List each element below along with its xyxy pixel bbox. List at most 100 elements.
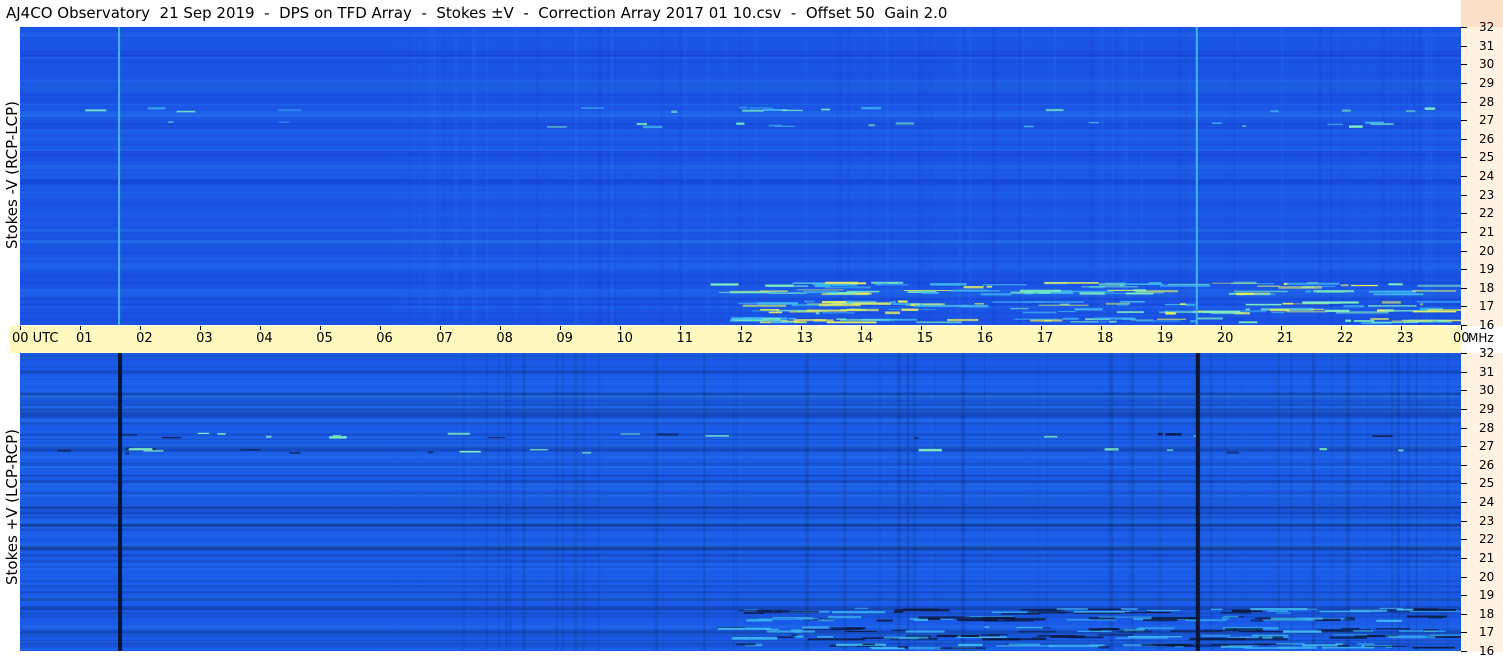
time-axis: 00 UTC 01 02 03 04 05 06 07 08 09 10 11 12 13 14 15 16 17… <box>10 326 1470 353</box>
chart-title: AJ4CO Observatory 21 Sep 2019 - DPS on T… <box>6 4 948 22</box>
freq-tick-label: 31 <box>1479 38 1495 53</box>
freq-tick-label: 24 <box>1479 495 1495 509</box>
emission-streak <box>1375 628 1411 630</box>
time-column-texture <box>969 27 971 325</box>
freq-tick-label: 21 <box>1479 224 1495 239</box>
frequency-stripe <box>20 601 1461 603</box>
emission-streak <box>736 122 745 125</box>
emission-streak <box>1067 636 1104 639</box>
emission-streak <box>756 610 772 612</box>
time-column-texture <box>1380 27 1384 325</box>
frequency-stripe <box>20 444 1461 448</box>
emission-streak <box>1032 300 1084 303</box>
emission-streak <box>1396 608 1414 611</box>
time-column-texture <box>539 353 542 651</box>
frequency-stripe <box>20 430 1461 433</box>
emission-streak <box>788 310 820 313</box>
frequency-stripe <box>20 412 1461 416</box>
time-column-texture <box>600 353 603 651</box>
frequency-stripe <box>20 472 1461 475</box>
time-column-texture <box>739 27 742 325</box>
emission-streak <box>846 290 880 293</box>
frequency-stripe <box>20 403 1461 406</box>
emission-streak <box>1146 609 1181 612</box>
emission-streak <box>813 319 834 322</box>
emission-streak <box>955 289 988 291</box>
emission-streak <box>1081 286 1139 288</box>
time-column-texture <box>1318 27 1322 325</box>
time-column-texture <box>995 27 998 325</box>
time-column-texture <box>680 27 684 325</box>
emission-streak <box>1302 301 1342 304</box>
emission-streak <box>1077 630 1112 632</box>
emission-streak <box>1043 435 1058 438</box>
emission-streak <box>1023 125 1034 128</box>
time-tick-label: 00 UTC <box>12 331 59 346</box>
emission-streak <box>167 121 174 123</box>
emission-streak <box>1115 637 1168 639</box>
emission-streak <box>1059 303 1070 305</box>
frequency-stripe <box>20 615 1461 618</box>
time-column-texture <box>1109 27 1111 325</box>
freq-tick-mark <box>1461 64 1467 66</box>
time-column-texture <box>928 27 933 325</box>
emission-streak <box>1376 619 1402 622</box>
time-column-texture <box>836 27 839 325</box>
frequency-stripe <box>20 531 1461 534</box>
emission-streak <box>848 308 861 311</box>
emission-streak <box>128 448 153 451</box>
time-tick-label: 07 <box>436 331 453 346</box>
emission-streak <box>147 107 166 110</box>
emission-streak <box>830 627 863 630</box>
emission-streak <box>1302 644 1338 647</box>
emission-streak <box>1270 308 1290 312</box>
time-column-texture <box>472 27 476 325</box>
time-column-texture <box>476 353 479 651</box>
freq-tick-mark <box>1461 539 1467 541</box>
emission-streak <box>427 451 434 454</box>
time-tick-label: 01 <box>76 331 93 346</box>
time-column-texture <box>847 27 851 325</box>
emission-streak <box>947 318 979 322</box>
emission-streak <box>1098 646 1110 649</box>
emission-streak <box>717 627 771 630</box>
emission-streak <box>775 636 794 639</box>
time-column-texture <box>1330 353 1333 651</box>
emission-streak <box>1031 637 1046 639</box>
freq-tick-label: 27 <box>1479 113 1495 128</box>
emission-streak <box>1350 609 1387 612</box>
emission-streak <box>1370 317 1389 321</box>
time-tick-label: 19 <box>1156 331 1174 346</box>
emission-streak <box>861 106 882 110</box>
time-column-texture <box>461 353 466 651</box>
time-column-texture <box>1281 353 1284 651</box>
emission-streak <box>760 309 780 311</box>
emission-streak <box>1245 303 1282 306</box>
emission-streak <box>580 107 605 109</box>
emission-streak <box>125 452 129 455</box>
frequency-stripe <box>20 433 1461 436</box>
freq-tick-label: 23 <box>1479 513 1495 528</box>
time-column-texture <box>599 27 601 325</box>
emission-streak <box>832 611 886 614</box>
freq-tick-mark <box>1461 408 1467 410</box>
frequency-stripe <box>20 392 1461 396</box>
time-column-texture <box>432 27 436 325</box>
emission-streak <box>1238 321 1258 324</box>
top-spectrogram <box>20 27 1461 325</box>
emission-streak <box>739 106 748 109</box>
freq-tick-mark <box>1461 632 1467 634</box>
emission-streak <box>447 432 471 435</box>
time-column-texture <box>924 27 927 325</box>
time-tick-mark <box>1280 326 1282 330</box>
emission-streak <box>1424 107 1435 110</box>
emission-streak <box>162 436 182 439</box>
time-tick-label: 22 <box>1336 331 1354 346</box>
emission-streak <box>705 435 729 437</box>
emission-streak <box>913 619 928 621</box>
emission-streak <box>825 281 859 284</box>
emission-streak <box>1088 644 1105 647</box>
time-column-texture <box>1100 27 1104 325</box>
time-column-texture <box>1430 353 1435 651</box>
emission-streak <box>1045 108 1064 112</box>
